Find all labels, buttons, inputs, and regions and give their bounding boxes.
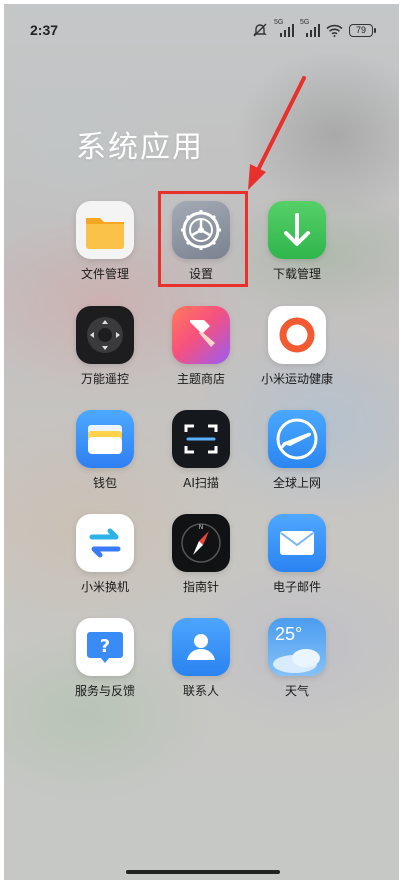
app-global-internet[interactable]: 全球上网 — [249, 410, 345, 491]
app-universal-remote[interactable]: 万能遥控 — [57, 306, 153, 387]
app-label: 主题商店 — [176, 372, 225, 386]
folder-icon — [76, 201, 134, 259]
person-icon — [172, 618, 230, 676]
compass-icon: N — [172, 514, 230, 572]
app-mi-mover[interactable]: 小米换机 — [57, 514, 153, 595]
transfer-arrows-icon — [76, 514, 134, 572]
app-mi-fitness[interactable]: 小米运动健康 — [249, 306, 345, 387]
question-bubble-icon: ? — [76, 618, 134, 676]
app-label: 小米运动健康 — [260, 372, 333, 386]
app-email[interactable]: 电子邮件 — [249, 514, 345, 595]
app-theme-store[interactable]: 主题商店 — [153, 306, 249, 387]
app-label: 钱包 — [92, 476, 117, 490]
svg-text:N: N — [199, 524, 204, 531]
remote-dpad-icon — [76, 306, 134, 364]
scan-frame-icon — [172, 410, 230, 468]
app-ai-scan[interactable]: AI扫描 — [153, 410, 249, 491]
wallet-cards-icon — [76, 410, 134, 468]
app-contacts[interactable]: 联系人 — [153, 618, 249, 699]
svg-text:?: ? — [100, 636, 110, 657]
app-label: 电子邮件 — [272, 580, 321, 594]
app-label: 文件管理 — [80, 267, 129, 281]
ring-icon — [268, 306, 326, 364]
app-label: 服务与反馈 — [74, 684, 135, 698]
highlight-box — [158, 191, 248, 287]
app-label: 指南针 — [182, 580, 219, 594]
app-label: 万能遥控 — [80, 372, 129, 386]
app-label: 下载管理 — [272, 267, 321, 281]
app-label: 小米换机 — [80, 580, 129, 594]
envelope-icon — [268, 514, 326, 572]
app-label: AI扫描 — [183, 476, 219, 490]
app-wallet[interactable]: 钱包 — [57, 410, 153, 491]
app-download-manager[interactable]: 下载管理 — [249, 201, 345, 282]
app-service-feedback[interactable]: ? 服务与反馈 — [57, 618, 153, 699]
app-weather[interactable]: 25° 天气 — [249, 618, 345, 699]
paintbrush-icon — [172, 306, 230, 364]
app-label: 联系人 — [182, 684, 219, 698]
weather-cloud-icon: 25° — [268, 618, 326, 676]
app-compass[interactable]: N 指南针 — [153, 514, 249, 595]
app-label: 天气 — [284, 684, 309, 698]
app-file-manager[interactable]: 文件管理 — [57, 201, 153, 282]
airplane-icon — [268, 410, 326, 468]
home-indicator[interactable] — [126, 870, 280, 874]
download-arrow-icon — [268, 201, 326, 259]
home-screen: 2:37 5G 5G 79 系统应用 文件管理 设置 下载管理 万能遥控 主题商… — [4, 4, 399, 880]
app-label: 全球上网 — [272, 476, 321, 490]
